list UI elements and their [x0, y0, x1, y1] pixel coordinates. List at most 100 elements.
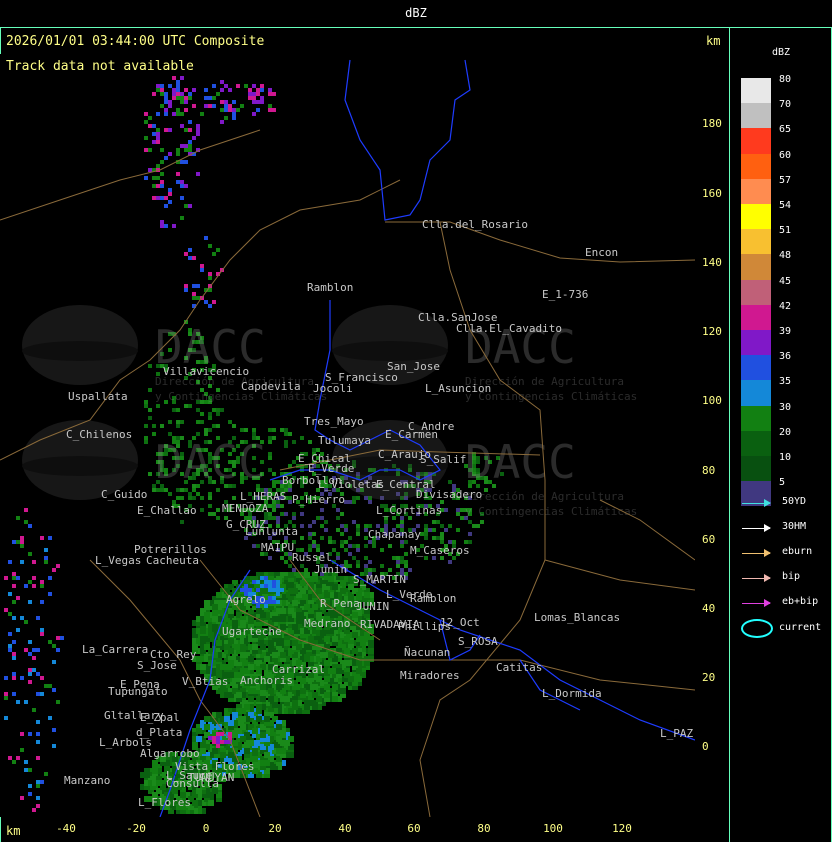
place-label: d_Plata [136, 726, 182, 739]
place-label: Capdevila [241, 380, 301, 393]
place-label: E_Zpal [140, 711, 180, 724]
place-label: Ramblon [410, 592, 456, 605]
legend-swatch [741, 153, 771, 179]
track-label: bip [782, 571, 801, 582]
place-label: L_Violetas [318, 478, 384, 491]
legend-swatch [741, 103, 771, 129]
legend-swatch [741, 254, 771, 280]
place-label: 12_Oct [440, 616, 480, 629]
place-label: R_Pena [320, 597, 360, 610]
x-tick-label: -40 [56, 822, 76, 835]
place-label: Chapanay [368, 528, 421, 541]
place-label: L_Asuncion [425, 382, 491, 395]
legend-swatch [741, 405, 771, 431]
place-label: Medrano [304, 617, 350, 630]
place-label: L_Cortinas [376, 504, 442, 517]
place-label: M_Caseros [410, 544, 470, 557]
legend-level-label: 42 [779, 300, 792, 312]
place-label: E_Pena [120, 678, 160, 691]
watermark-line2: y Contingencias Climáticas [465, 505, 637, 518]
place-label: L_Dormida [542, 687, 602, 700]
place-label: L_PAZ [660, 727, 693, 740]
legend-level-label: 70 [779, 99, 792, 111]
current-marker-icon [741, 619, 773, 638]
x-tick-label: 60 [407, 822, 421, 835]
place-label: Manzano [64, 774, 110, 787]
place-label: L_Flores [138, 796, 191, 809]
place-label: Divisadero [416, 488, 482, 501]
legend-swatch [741, 204, 771, 230]
place-label: Tres_Mayo [304, 415, 364, 428]
place-label: E_Challao [137, 504, 197, 517]
place-label: MENDOZA [222, 502, 269, 515]
watermark-brand: DACC [465, 435, 576, 489]
place-label: Ugarteche [222, 625, 282, 638]
legend-swatch [741, 304, 771, 330]
place-label: Agrelo [226, 593, 266, 606]
header-bar: dBZ [0, 0, 832, 28]
place-label: Ramblon [307, 281, 353, 294]
radar-map[interactable]: DACC Dirección de Agricultura y Continge… [0, 54, 695, 817]
legend-level-label: 48 [779, 250, 792, 262]
watermark-line1: Dirección de Agricultura [465, 490, 624, 503]
x-tick-label: 20 [268, 822, 282, 835]
place-label: Ñacunan [404, 646, 450, 659]
legend-level-label: 51 [779, 225, 792, 237]
legend-level-label: 39 [779, 326, 792, 337]
y-tick-label: 100 [702, 394, 722, 407]
place-label: V_Btias [182, 675, 228, 688]
place-label: L_Vegas [95, 554, 141, 567]
legend-swatch [741, 380, 771, 406]
place-label: Miradores [400, 669, 460, 682]
x-tick-label: 120 [612, 822, 632, 835]
place-label: La_Carrera [82, 643, 148, 656]
legend-level-label: 36 [779, 351, 792, 363]
place-label: Consulta [166, 777, 219, 790]
legend-swatch [741, 279, 771, 305]
map-title: 2026/01/01 03:44:00 UTC Composite [6, 34, 265, 49]
legend-level-label: 20 [779, 426, 792, 438]
legend-level-label: 80 [779, 74, 792, 85]
y-axis-unit: km [706, 34, 721, 48]
place-label: C_Guido [101, 488, 147, 501]
legend-swatch [741, 229, 771, 255]
x-tick-label: 80 [477, 822, 491, 835]
y-tick-label: 60 [702, 533, 716, 546]
place-label: S_Salif [420, 453, 466, 466]
legend-swatch [741, 178, 771, 204]
legend-swatch [741, 456, 771, 482]
legend-swatch [741, 355, 771, 381]
place-label: Lomas_Blancas [534, 611, 620, 624]
y-tick-label: 80 [702, 464, 716, 477]
place-label: Clla.El_Cavadito [456, 322, 562, 335]
x-tick-label: -20 [126, 822, 146, 835]
x-tick-label: 40 [338, 822, 352, 835]
place-label: Catitas [496, 661, 542, 674]
place-label: Junin [314, 563, 347, 576]
y-tick-label: 180 [702, 117, 722, 130]
legend-level-label: 10 [779, 452, 792, 463]
place-label: Encon [585, 246, 618, 259]
place-label: Uspallata [68, 390, 128, 403]
track-label: eburn [782, 546, 813, 557]
place-label: JUNIN [356, 600, 389, 613]
place-label: Anchoris [240, 674, 293, 687]
place-label: S_ROSA [458, 635, 498, 648]
y-tick-label: 40 [702, 602, 716, 615]
place-label: P_Hierro [292, 493, 345, 506]
track-label: eb+bip [782, 596, 819, 607]
place-label: E_1-736 [542, 288, 588, 301]
panel-divider [729, 28, 730, 842]
place-label: S_MARTIN [353, 573, 406, 586]
header-title: dBZ [405, 6, 427, 20]
place-label: Cacheuta [146, 554, 199, 567]
legend-level-label: 35 [779, 376, 792, 388]
legend-level-label: 5 [779, 477, 786, 489]
y-tick-label: 20 [702, 671, 716, 684]
legend-swatch [741, 430, 771, 456]
x-axis-unit: km [6, 824, 21, 838]
x-tick-label: 0 [202, 822, 210, 835]
place-label: E_Carmen [385, 428, 438, 441]
place-label: S_Jose [137, 659, 177, 672]
place-label: Villavicencio [163, 365, 249, 378]
